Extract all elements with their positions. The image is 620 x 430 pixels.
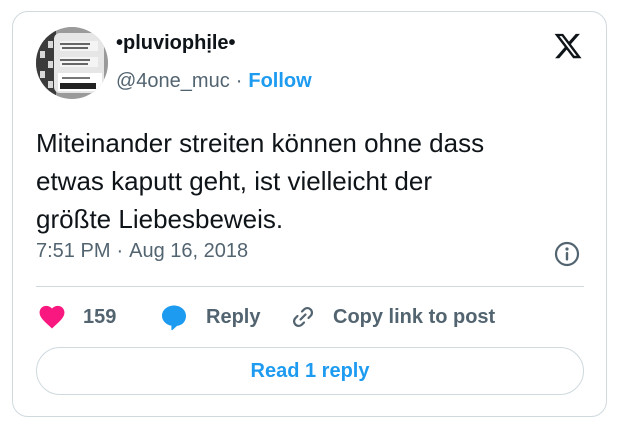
tweet-text-line: etwas kaputt geht, ist vielleicht der xyxy=(36,166,432,196)
author-handle[interactable]: @4one_muc xyxy=(116,70,230,92)
avatar[interactable] xyxy=(36,27,108,99)
timestamp-separator: · xyxy=(116,240,124,262)
link-icon xyxy=(289,303,317,331)
tweet-text-line: Miteinander streiten können ohne dass xyxy=(36,128,485,158)
tweet-text: Miteinander streiten können ohne dass et… xyxy=(36,124,576,238)
heart-icon xyxy=(39,305,65,329)
tweet-time: 7:51 PM xyxy=(36,240,111,262)
tweet-date: Aug 16, 2018 xyxy=(129,240,249,262)
handle-separator: · xyxy=(235,70,243,92)
like-count: 159 xyxy=(83,305,117,328)
divider xyxy=(36,286,584,287)
follow-button[interactable]: Follow xyxy=(248,70,311,92)
like-button[interactable]: 159 xyxy=(39,302,116,332)
tweet-text-line: größte Liebesbeweis. xyxy=(36,204,284,234)
display-name[interactable]: •pluviophịle• xyxy=(116,32,236,55)
x-logo-icon[interactable] xyxy=(553,31,583,61)
copy-link-button[interactable]: Copy link to post xyxy=(289,302,495,332)
reply-button[interactable]: Reply xyxy=(160,302,260,332)
info-icon[interactable] xyxy=(553,240,581,268)
reply-label: Reply xyxy=(206,305,261,328)
reply-bubble-icon xyxy=(160,303,188,331)
timestamp-link[interactable]: 7:51 PM · Aug 16, 2018 xyxy=(36,240,248,263)
handle-row: @4one_muc · Follow xyxy=(116,70,312,93)
read-replies-button[interactable]: Read 1 reply xyxy=(36,347,584,395)
copy-link-label: Copy link to post xyxy=(333,305,496,328)
